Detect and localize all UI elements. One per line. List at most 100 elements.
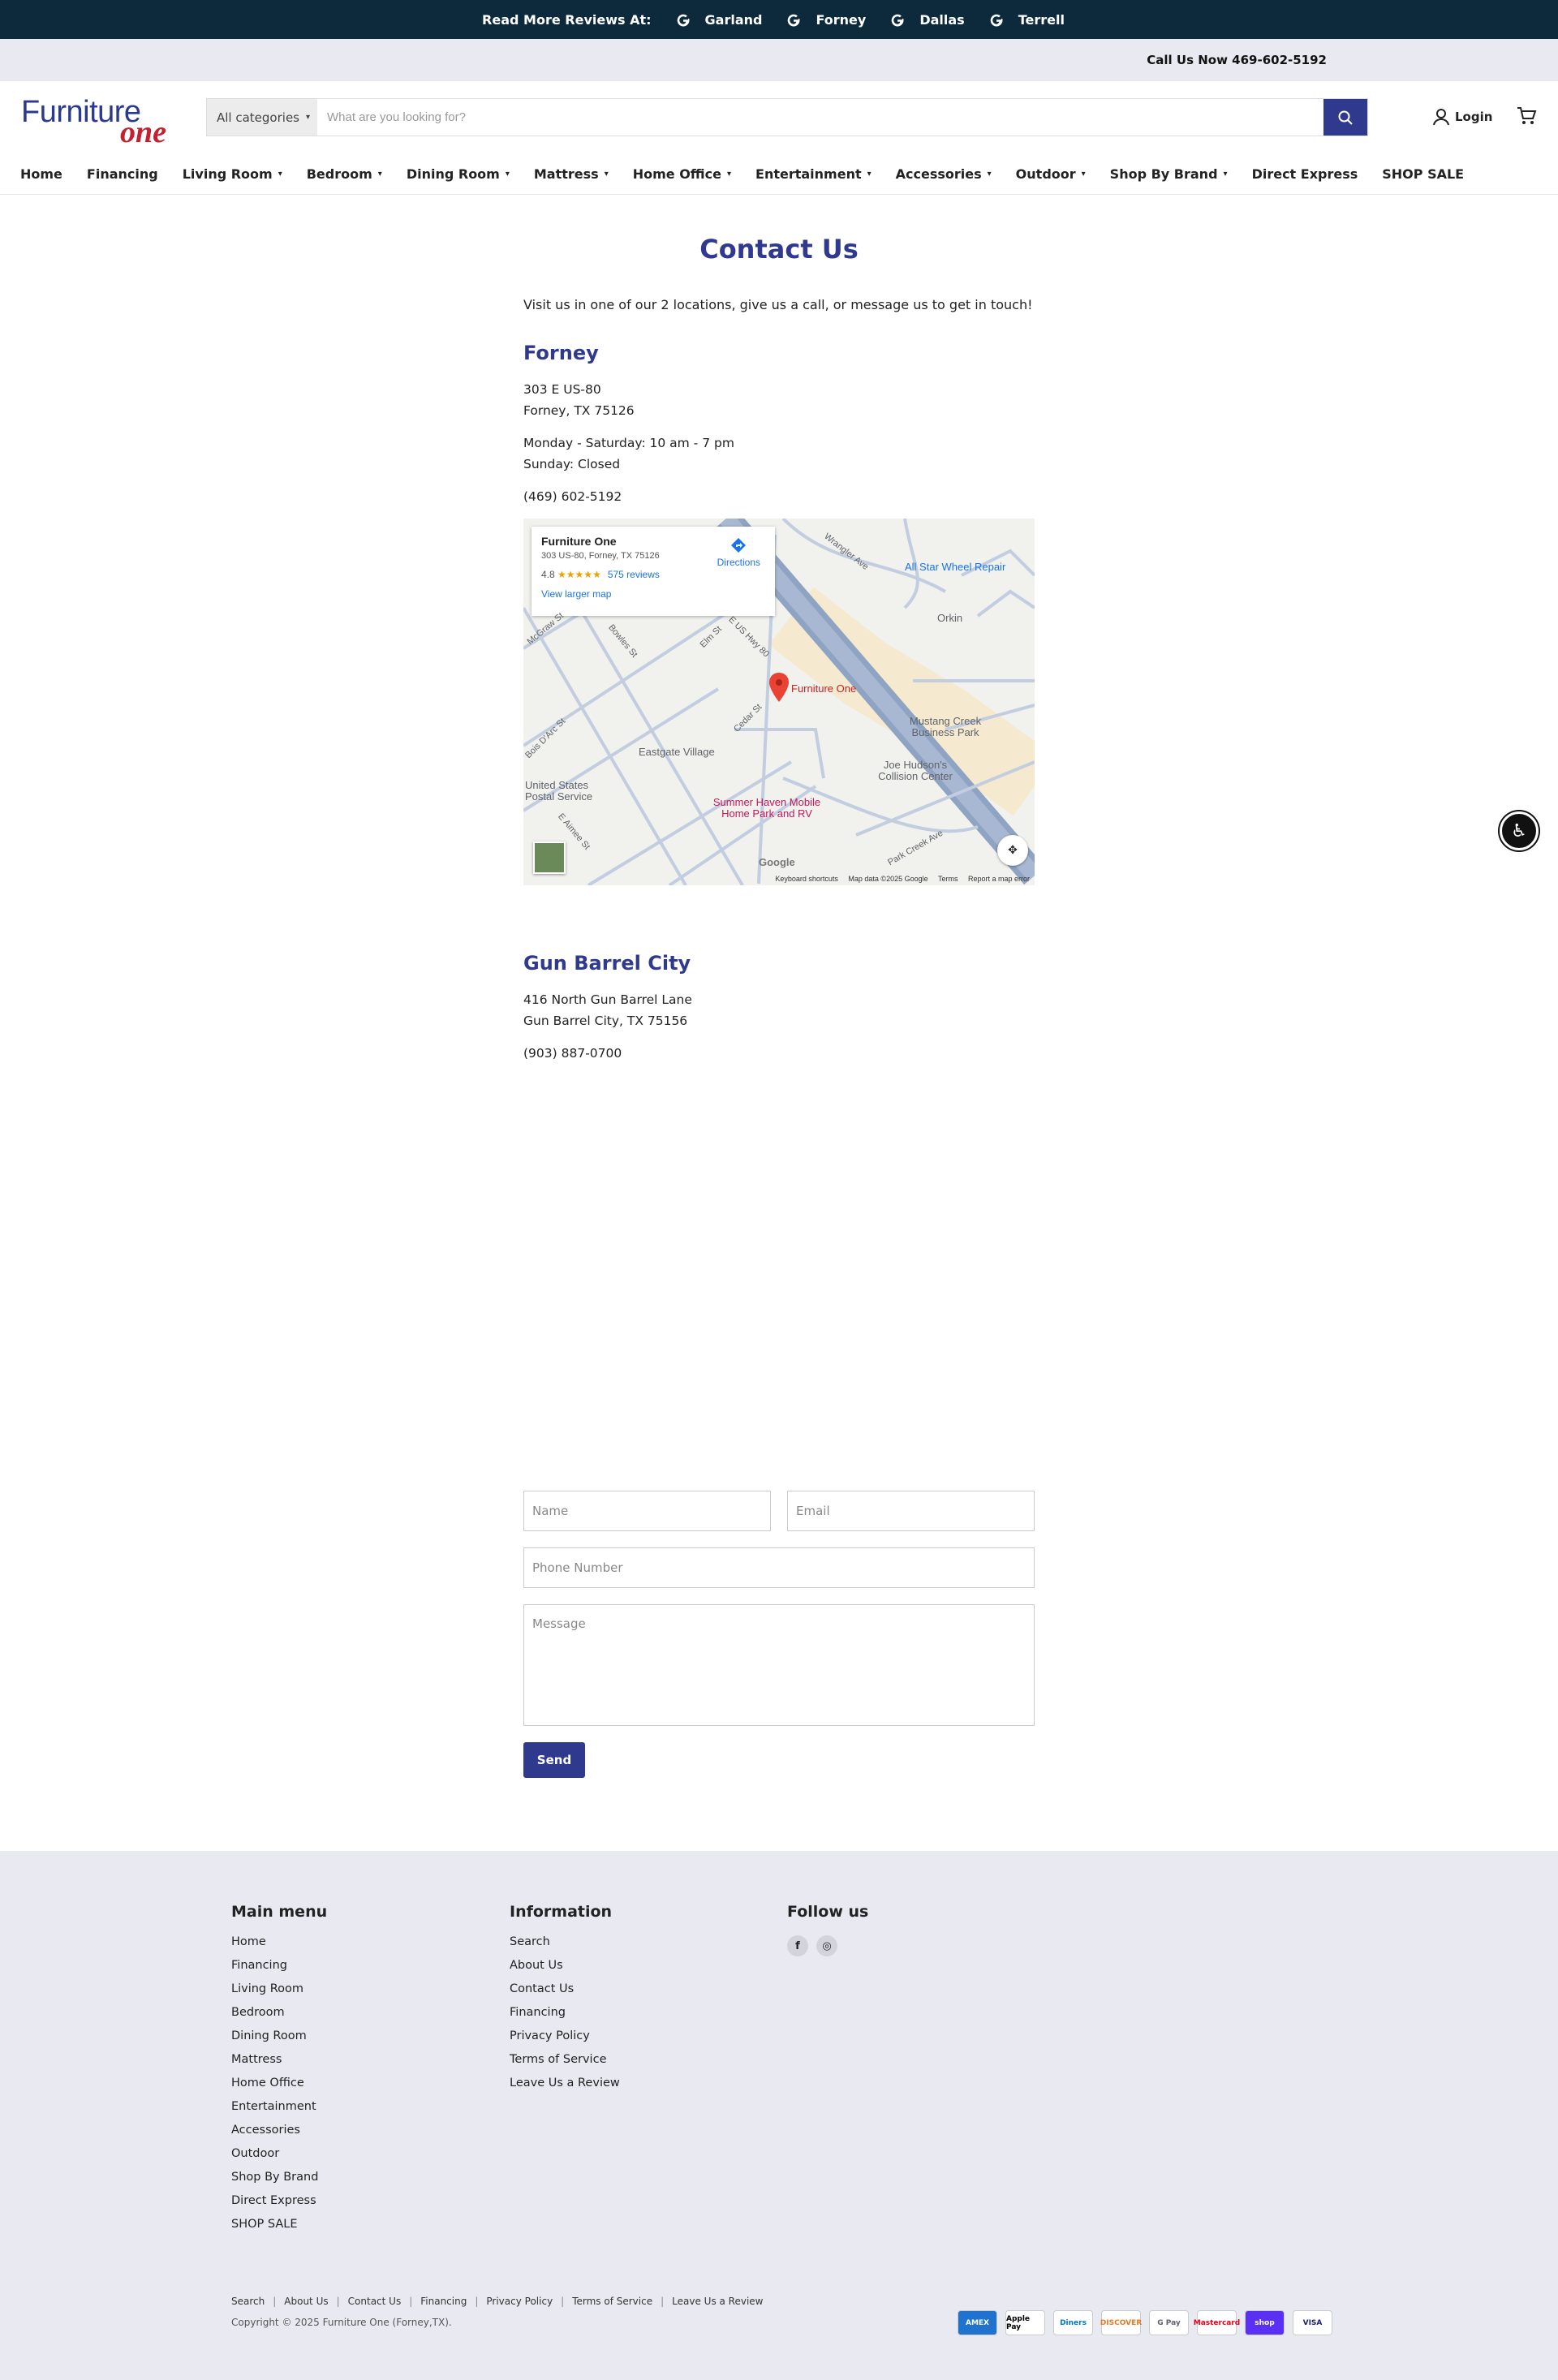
- location-phone[interactable]: (469) 602-5192: [523, 486, 1035, 507]
- location-address: 303 E US-80 Forney, TX 75126: [523, 382, 635, 418]
- footer-main-link[interactable]: Entertainment: [231, 2100, 327, 2124]
- footer-bottom-link[interactable]: Privacy Policy: [486, 2296, 553, 2307]
- nav-item-home-office[interactable]: Home Office ▾: [633, 166, 731, 182]
- review-link-garland[interactable]: Garland: [674, 11, 762, 28]
- satellite-toggle-button[interactable]: [533, 841, 566, 874]
- footer-main-link[interactable]: Financing: [231, 1959, 327, 1982]
- chevron-down-icon: ▾: [604, 170, 609, 179]
- nav-item-bedroom[interactable]: Bedroom ▾: [307, 166, 382, 182]
- location-gun-barrel-city: Gun Barrel City 416 North Gun Barrel Lan…: [523, 952, 1035, 1064]
- login-link[interactable]: Login: [1432, 108, 1492, 126]
- search-button[interactable]: [1323, 99, 1367, 136]
- footer-main-link[interactable]: Outdoor: [231, 2147, 327, 2171]
- footer-main-link[interactable]: Dining Room: [231, 2029, 327, 2053]
- chevron-down-icon: ▾: [987, 170, 992, 179]
- star-rating: ★★★★★: [557, 569, 601, 580]
- nav-item-mattress[interactable]: Mattress ▾: [534, 166, 609, 182]
- nav-item-dining-room[interactable]: Dining Room ▾: [407, 166, 510, 182]
- footer-bottom-link[interactable]: Terms of Service: [572, 2296, 652, 2307]
- location-phone[interactable]: (903) 887-0700: [523, 1043, 1035, 1064]
- google-map[interactable]: Furniture One 303 US-80, Forney, TX 7512…: [523, 519, 1035, 885]
- mastercard-payment-icon: Mastercard: [1194, 2310, 1240, 2335]
- location-hours: Monday - Saturday: 10 am - 7 pm Sunday: C…: [523, 436, 734, 471]
- footer-main-link[interactable]: Bedroom: [231, 2006, 327, 2029]
- divider: |: [336, 2296, 340, 2307]
- chevron-down-icon: ▾: [1081, 170, 1086, 179]
- divider: |: [409, 2296, 413, 2307]
- review-link-terrell[interactable]: Terrell: [988, 11, 1065, 28]
- location-forney: Forney 303 E US-80 Forney, TX 75126 Monda…: [523, 342, 1035, 507]
- footer-bottom-link[interactable]: Leave Us a Review: [672, 2296, 763, 2307]
- instagram-icon[interactable]: ◎: [816, 1935, 837, 1956]
- nav-item-shop-by-brand[interactable]: Shop By Brand ▾: [1110, 166, 1228, 182]
- footer-bottom-link[interactable]: About Us: [284, 2296, 328, 2307]
- google-logo: Google: [759, 856, 795, 868]
- search-input[interactable]: [317, 99, 1323, 136]
- nav-item-financing[interactable]: Financing: [87, 166, 158, 182]
- nav-item-accessories[interactable]: Accessories ▾: [896, 166, 992, 182]
- email-field[interactable]: Email: [787, 1491, 1035, 1531]
- footer-info-link[interactable]: Financing: [510, 2006, 620, 2029]
- footer-main-link[interactable]: Shop By Brand: [231, 2171, 327, 2194]
- footer-main-link[interactable]: SHOP SALE: [231, 2218, 327, 2241]
- accessibility-button[interactable]: ♿: [1500, 811, 1539, 850]
- location-title: Forney: [523, 342, 599, 364]
- copyright: Copyright © 2025 Furniture One (Forney,T…: [231, 2317, 452, 2328]
- directions-icon: [731, 538, 747, 553]
- apple-pay-payment-icon: Apple Pay: [1005, 2310, 1045, 2335]
- footer-info-link[interactable]: Terms of Service: [510, 2053, 620, 2077]
- call-now-text[interactable]: Call Us Now 469-602-5192: [1147, 53, 1327, 67]
- footer-info-link[interactable]: About Us: [510, 1959, 620, 1982]
- map-report-error[interactable]: Report a map error: [968, 875, 1030, 883]
- facebook-icon[interactable]: f: [787, 1935, 808, 1956]
- map-camera-control-icon[interactable]: ✥: [997, 835, 1028, 866]
- nav-item-home[interactable]: Home: [20, 166, 62, 182]
- footer-info-link[interactable]: Contact Us: [510, 1982, 620, 2006]
- directions-button[interactable]: Directions: [717, 536, 760, 568]
- category-select[interactable]: All categories ▾: [207, 99, 317, 136]
- footer-main-link[interactable]: Home: [231, 1935, 327, 1959]
- map-terms[interactable]: Terms: [938, 875, 958, 883]
- map-footer: Keyboard shortcuts Map data ©2025 Google…: [775, 875, 1030, 883]
- nav-item-living-room[interactable]: Living Room ▾: [183, 166, 282, 182]
- nav-item-direct-express[interactable]: Direct Express: [1252, 166, 1358, 182]
- contact-content: Contact Us Visit us in one of our 2 loca…: [523, 234, 1035, 1778]
- review-bar-label: Read More Reviews At:: [482, 11, 652, 28]
- reviews-link[interactable]: 575 reviews: [608, 569, 660, 580]
- footer-bottom-links: Search | About Us | Contact Us | Financing | Pri…: [231, 2296, 764, 2307]
- phone-field[interactable]: Phone Number: [523, 1547, 1035, 1588]
- nav-item-entertainment[interactable]: Entertainment ▾: [755, 166, 872, 182]
- page-title: Contact Us: [699, 234, 859, 265]
- footer-bottom-link[interactable]: Financing: [420, 2296, 467, 2307]
- nav-item-outdoor[interactable]: Outdoor ▾: [1016, 166, 1086, 182]
- map-keyboard-shortcuts[interactable]: Keyboard shortcuts: [775, 875, 838, 883]
- footer-bottom-link[interactable]: Search: [231, 2296, 265, 2307]
- footer-info-link[interactable]: Privacy Policy: [510, 2029, 620, 2053]
- location-address: 416 North Gun Barrel Lane Gun Barrel City…: [523, 992, 692, 1028]
- name-field[interactable]: Name: [523, 1491, 771, 1531]
- message-field[interactable]: Message: [523, 1604, 1035, 1726]
- send-button[interactable]: Send: [523, 1742, 585, 1778]
- review-link-forney[interactable]: Forney: [785, 11, 866, 28]
- payment-icons: AMEX Apple Pay Diners DISCOVER G Pay Masterca…: [958, 2310, 1332, 2335]
- footer-main-link[interactable]: Direct Express: [231, 2194, 327, 2218]
- review-link-dallas[interactable]: Dallas: [889, 11, 965, 28]
- site-header: Furniture one All categories▾ Login: [0, 81, 1558, 154]
- amex-payment-icon: AMEX: [958, 2310, 997, 2335]
- footer-bottom-link[interactable]: Contact Us: [348, 2296, 402, 2307]
- site-logo[interactable]: Furniture one: [21, 93, 208, 149]
- footer-info-link[interactable]: Leave Us a Review: [510, 2077, 620, 2100]
- footer-main-link[interactable]: Living Room: [231, 1982, 327, 2006]
- footer-info-link[interactable]: Search: [510, 1935, 620, 1959]
- cart-button[interactable]: [1516, 105, 1537, 130]
- footer-main-link[interactable]: Mattress: [231, 2053, 327, 2077]
- footer-main-link[interactable]: Home Office: [231, 2077, 327, 2100]
- nav-item-shop-sale[interactable]: SHOP SALE: [1382, 166, 1464, 182]
- larger-map-link[interactable]: View larger map: [541, 588, 765, 600]
- map-info-card: Furniture One 303 US-80, Forney, TX 7512…: [532, 527, 775, 616]
- discover-payment-icon: DISCOVER: [1100, 2310, 1142, 2335]
- review-bar: Read More Reviews At: Garland Forney Dal…: [0, 0, 1558, 39]
- cart-icon: [1517, 107, 1537, 124]
- chevron-down-icon: ▾: [278, 170, 282, 179]
- footer-main-link[interactable]: Accessories: [231, 2124, 327, 2147]
